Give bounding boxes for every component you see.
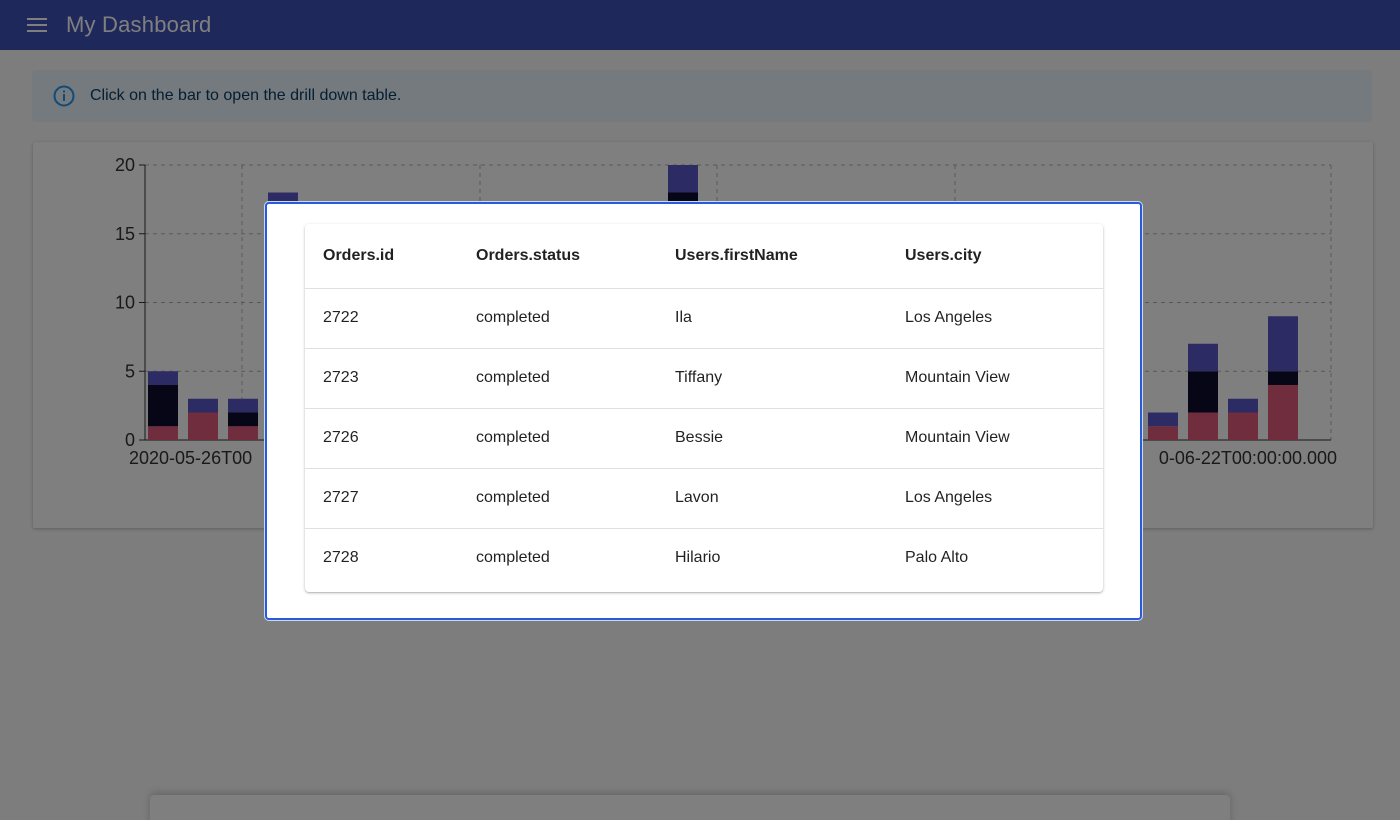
column-header-users-city[interactable]: Users.city bbox=[887, 224, 1103, 289]
table-row[interactable]: 2723 completed Tiffany Mountain View bbox=[305, 348, 1103, 409]
cell-order-status: completed bbox=[458, 348, 657, 409]
table-row[interactable]: 2726 completed Bessie Mountain View bbox=[305, 408, 1103, 469]
cell-first-name: Hilario bbox=[675, 549, 721, 567]
cell-order-id: 2728 bbox=[323, 549, 359, 567]
table-row[interactable]: 2727 completed Lavon Los Angeles bbox=[305, 468, 1103, 529]
column-header-orders-status[interactable]: Orders.status bbox=[458, 224, 657, 289]
cell-order-id: 2726 bbox=[305, 408, 458, 469]
cell-first-name: Bessie bbox=[657, 408, 887, 469]
column-header-users-firstname[interactable]: Users.firstName bbox=[657, 224, 887, 289]
drilldown-table: Orders.id Orders.status Users.firstName … bbox=[305, 224, 1103, 588]
table-row[interactable]: 2728 completed Hilario Palo Alto bbox=[305, 528, 1103, 588]
cell-order-id: 2727 bbox=[305, 468, 458, 529]
cell-order-status: completed bbox=[458, 468, 657, 529]
cell-city: Los Angeles bbox=[887, 468, 1103, 529]
cell-order-status: completed bbox=[476, 549, 550, 567]
cell-first-name: Lavon bbox=[657, 468, 887, 529]
cell-city: Mountain View bbox=[887, 348, 1103, 409]
cell-first-name: Ila bbox=[657, 288, 887, 349]
cell-order-id: 2723 bbox=[305, 348, 458, 409]
cell-order-status: completed bbox=[458, 288, 657, 349]
cell-city: Mountain View bbox=[887, 408, 1103, 469]
cell-order-status: completed bbox=[458, 408, 657, 469]
drilldown-table-container: Orders.id Orders.status Users.firstName … bbox=[305, 224, 1103, 592]
table-row[interactable]: 2722 completed Ila Los Angeles bbox=[305, 288, 1103, 349]
cell-order-id: 2722 bbox=[305, 288, 458, 349]
drilldown-dialog: Orders.id Orders.status Users.firstName … bbox=[265, 202, 1142, 620]
cell-city: Palo Alto bbox=[905, 549, 969, 567]
cell-city: Los Angeles bbox=[887, 288, 1103, 349]
column-header-orders-id[interactable]: Orders.id bbox=[305, 224, 458, 289]
table-header-row: Orders.id Orders.status Users.firstName … bbox=[305, 224, 1103, 289]
cell-first-name: Tiffany bbox=[657, 348, 887, 409]
